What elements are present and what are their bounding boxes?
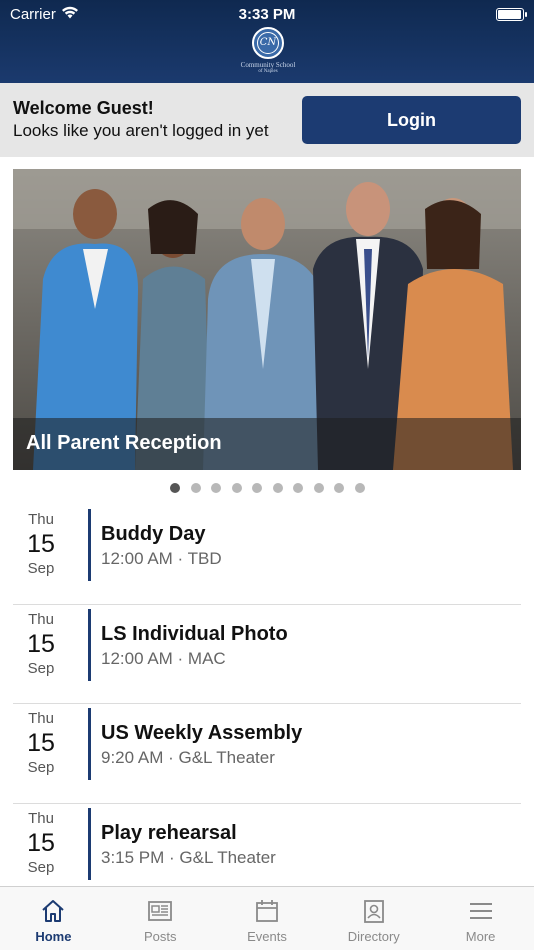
event-title: Buddy Day <box>101 523 206 545</box>
carousel-dot[interactable] <box>334 483 344 493</box>
event-date: Thu 15 Sep <box>13 810 69 876</box>
event-accent-bar <box>88 509 91 581</box>
event-day: 15 <box>27 729 55 757</box>
event-accent-bar <box>88 708 91 780</box>
welcome-banner: Welcome Guest! Looks like you aren't log… <box>0 83 534 157</box>
event-accent-bar <box>88 807 91 880</box>
login-button[interactable]: Login <box>302 96 521 144</box>
carousel-dot[interactable] <box>252 483 262 493</box>
carousel-dot[interactable] <box>211 483 221 493</box>
app-header: Carrier 3:33 PM CN Community School of N… <box>0 0 534 83</box>
school-seal-icon: CN <box>252 27 284 59</box>
event-month: Sep <box>27 659 55 677</box>
carousel-dot[interactable] <box>231 483 242 493</box>
event-row[interactable]: Thu 15 Sep LS Individual Photo 12:00 AM · MA… <box>13 605 521 704</box>
welcome-title: Welcome Guest! <box>13 98 154 118</box>
event-time-location: 12:00 AM · TBD <box>101 549 222 568</box>
seal-initials: CN <box>257 32 279 54</box>
logo-wordmark: Community School <box>240 61 296 69</box>
event-weekday: Thu <box>28 710 54 727</box>
carousel-dot[interactable] <box>313 483 324 493</box>
event-time-location: 3:15 PM · G&L Theater <box>101 847 276 867</box>
event-day: 15 <box>27 530 55 558</box>
logo-subtext: of Naples <box>258 69 278 74</box>
tab-posts[interactable]: Posts <box>107 887 214 950</box>
tab-home[interactable]: Home <box>0 887 107 950</box>
tab-events[interactable]: Events <box>214 887 321 950</box>
calendar-icon <box>256 900 278 922</box>
event-time-location: 9:20 AM · G&L Theater <box>101 748 275 767</box>
event-title: US Weekly Assembly <box>101 722 303 744</box>
event-month: Sep <box>27 560 55 577</box>
contact-card-icon <box>363 900 384 923</box>
newspaper-icon <box>148 901 173 921</box>
event-accent-bar <box>88 608 91 681</box>
event-weekday: Thu <box>28 511 54 528</box>
welcome-subtitle: Looks like you aren't logged in yet <box>13 121 269 140</box>
clock: 3:33 PM <box>238 6 296 23</box>
carousel-dot[interactable] <box>190 483 201 493</box>
event-month: Sep <box>27 759 55 776</box>
event-day: 15 <box>27 828 55 857</box>
event-date: Thu 15 Sep <box>13 611 69 677</box>
battery-icon <box>496 8 527 21</box>
tab-posts-label: Posts <box>143 929 177 944</box>
home-icon <box>42 900 65 922</box>
tab-directory[interactable]: Directory <box>320 887 427 950</box>
carousel-dot[interactable] <box>272 483 283 493</box>
event-weekday: Thu <box>28 610 54 628</box>
event-month: Sep <box>27 858 55 876</box>
tab-home-label: Home <box>35 929 72 944</box>
carousel-page-indicator[interactable] <box>170 483 365 493</box>
event-day: 15 <box>27 629 55 658</box>
event-row[interactable]: Thu 15 Sep Buddy Day 12:00 AM · TBD <box>13 505 521 605</box>
hero-caption: All Parent Reception <box>13 418 521 470</box>
school-logo[interactable]: CN Community School of Naples <box>230 27 306 77</box>
event-title: LS Individual Photo <box>101 622 288 645</box>
tab-more[interactable]: More <box>427 887 534 950</box>
event-row[interactable]: Thu 15 Sep US Weekly Assembly 9:20 AM · G&L … <box>13 704 521 804</box>
hamburger-menu-icon <box>469 903 492 919</box>
event-date: Thu 15 Sep <box>13 710 69 776</box>
bottom-tab-bar: Home Posts Events Directory More <box>0 886 534 950</box>
hero-carousel[interactable]: All Parent Reception <box>13 169 521 470</box>
event-date: Thu 15 Sep <box>13 511 69 577</box>
carousel-dot[interactable] <box>293 483 303 493</box>
event-time-location: 12:00 AM · MAC <box>101 648 226 668</box>
battery-fill <box>498 10 521 19</box>
tab-directory-label: Directory <box>347 929 400 944</box>
tab-events-label: Events <box>247 929 287 944</box>
carousel-dot[interactable] <box>354 483 365 493</box>
carousel-dot[interactable] <box>170 483 180 493</box>
events-list: Thu 15 Sep Buddy Day 12:00 AM · TBD Thu 15 Sep L… <box>13 505 521 903</box>
status-bar: Carrier 3:33 PM <box>0 5 534 25</box>
tab-more-label: More <box>465 929 496 944</box>
event-title: Play rehearsal <box>101 821 237 844</box>
event-weekday: Thu <box>28 809 54 827</box>
